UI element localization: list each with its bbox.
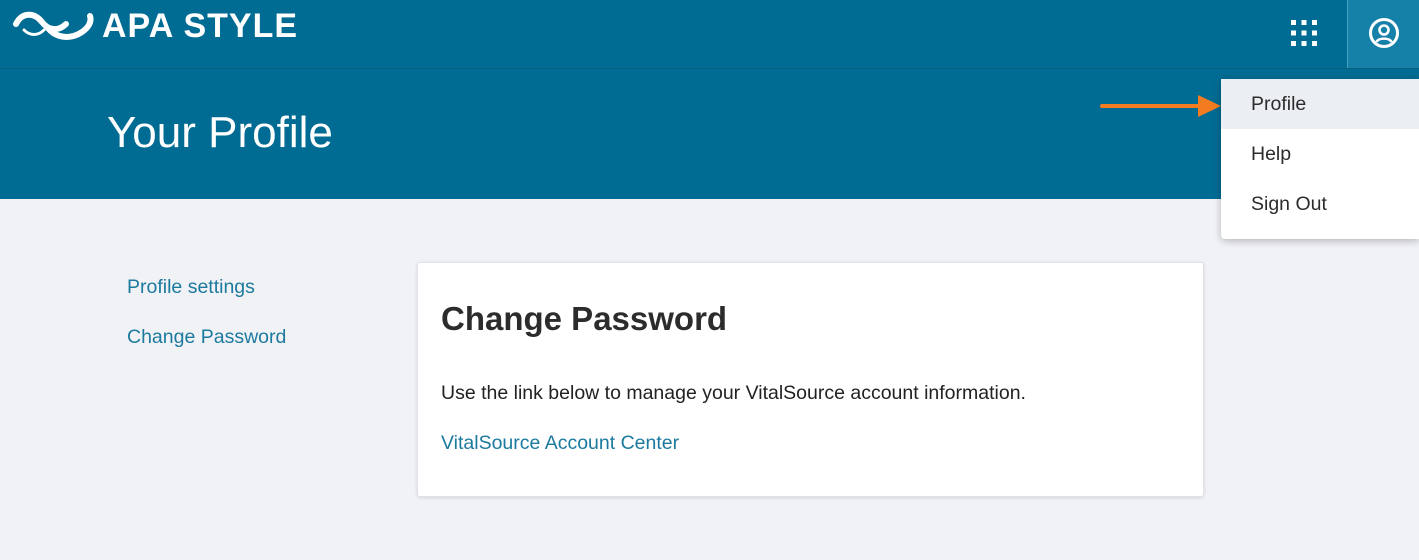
apps-menu-button[interactable] <box>1287 16 1321 50</box>
apa-wave-logo-icon <box>13 11 94 40</box>
user-circle-icon <box>1369 18 1399 48</box>
vitalsource-account-center-link[interactable]: VitalSource Account Center <box>441 430 679 456</box>
top-navigation-bar: APA STYLE <box>0 0 1419 69</box>
grid-icon <box>1291 20 1317 46</box>
page-header-banner: Your Profile <box>0 69 1419 199</box>
profile-side-navigation: Profile settings Change Password <box>127 274 286 374</box>
menu-item-profile[interactable]: Profile <box>1221 79 1419 129</box>
menu-item-help[interactable]: Help <box>1221 129 1419 179</box>
arrow-right-icon <box>1100 95 1221 117</box>
card-description: Use the link below to manage your VitalS… <box>441 382 1026 404</box>
sidebar-item-change-password[interactable]: Change Password <box>127 324 286 350</box>
card-title: Change Password <box>441 300 728 337</box>
change-password-card: Change Password Use the link below to ma… <box>417 262 1204 497</box>
page-title: Your Profile <box>107 108 333 157</box>
account-dropdown-menu: Profile Help Sign Out <box>1221 79 1419 239</box>
brand-name: APA STYLE <box>102 7 299 45</box>
account-menu-button[interactable] <box>1347 0 1419 68</box>
apa-style-logo[interactable]: APA STYLE <box>12 6 298 46</box>
sidebar-item-profile-settings[interactable]: Profile settings <box>127 274 286 300</box>
menu-item-sign-out[interactable]: Sign Out <box>1221 179 1419 229</box>
